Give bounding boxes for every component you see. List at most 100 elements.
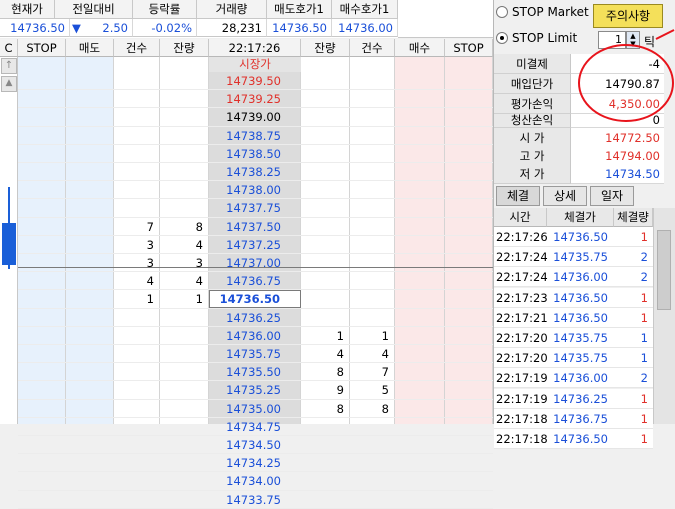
header-volume: 거래량 [197, 0, 267, 19]
price-cell[interactable]: 14735.75 [209, 345, 301, 363]
header-sell-stop: STOP [18, 39, 66, 57]
price-cell[interactable]: 14736.00 [209, 327, 301, 345]
header-buy: 매수 [395, 39, 445, 57]
price-cell[interactable]: 14737.75 [209, 199, 301, 217]
trade-qty: 2 [640, 250, 648, 265]
stop-limit-radio[interactable] [496, 32, 508, 44]
price-cell[interactable]: 14737.50 [209, 218, 301, 236]
header-bid-qty: 잔량 [301, 39, 350, 57]
trade-price: 14736.50 [553, 310, 608, 325]
ask-qty-cell: 1 [195, 292, 203, 307]
bid-count-cell: 7 [381, 365, 389, 380]
trades-scrollbar[interactable] [653, 208, 675, 424]
price-cell[interactable]: 14733.75 [209, 491, 301, 509]
bid-count-cell: 5 [381, 383, 389, 398]
change-rate-value: -0.02% [133, 19, 197, 37]
trade-qty: 1 [640, 310, 648, 325]
right-panel: STOP Market 주의사항 STOP Limit 1 ▲ ▼ 틱 미결제 -… [493, 0, 675, 449]
bid-count-cell: 8 [381, 401, 389, 416]
tab-detail[interactable]: 상세 [543, 186, 587, 206]
trade-price: 14736.00 [553, 270, 608, 285]
price-cell[interactable]: 14734.00 [209, 472, 301, 490]
header-current-price: 현재가 [0, 0, 55, 19]
trade-row[interactable]: 22:17:26 14736.50 1 [494, 227, 653, 247]
price-cell[interactable]: 14739.25 [209, 90, 301, 108]
price-cell[interactable]: 14736.50 [209, 290, 301, 309]
stop-limit-label[interactable]: STOP Limit [512, 31, 577, 45]
trade-price: 14736.50 [553, 230, 608, 244]
trade-row[interactable]: 22:17:24 14735.75 2 [494, 247, 653, 268]
caution-button[interactable]: 주의사항 [593, 4, 663, 28]
trade-row[interactable]: 22:17:23 14736.50 1 [494, 287, 653, 308]
trade-row[interactable]: 22:17:18 14736.50 1 [494, 429, 653, 449]
price-cell[interactable]: 14734.25 [209, 454, 301, 472]
trade-qty: 1 [640, 230, 648, 244]
header-trade-qty: 체결량 [614, 208, 653, 227]
low-label: 저 가 [494, 164, 571, 184]
sell-stop-column[interactable] [18, 57, 66, 424]
price-cell[interactable]: 14738.25 [209, 163, 301, 181]
price-cell[interactable]: 14738.75 [209, 127, 301, 145]
triangle-up-icon[interactable]: ▲ [1, 76, 17, 92]
trade-qty: 1 [640, 391, 648, 406]
trade-time: 22:17:20 [496, 331, 548, 345]
stop-market-label[interactable]: STOP Market [512, 5, 589, 19]
price-cell[interactable]: 14734.50 [209, 436, 301, 454]
price-cell[interactable]: 14738.00 [209, 181, 301, 199]
ask-count-cell: 3 [146, 256, 154, 270]
high-value: 14794.00 [571, 146, 664, 166]
market-price-label[interactable]: 시장가 [209, 57, 301, 72]
price-cell[interactable]: 14734.75 [209, 418, 301, 436]
trade-row[interactable]: 22:17:19 14736.00 2 [494, 368, 653, 389]
change-value: 2.50 [102, 21, 128, 35]
trade-row[interactable]: 22:17:19 14736.25 1 [494, 388, 653, 409]
price-cell[interactable]: 14736.25 [209, 309, 301, 327]
trade-price: 14736.75 [553, 411, 608, 426]
header-trade-time: 시간 [494, 208, 547, 227]
annotation-circle [578, 29, 675, 122]
unsettled-label: 미결제 [494, 54, 571, 74]
trade-qty: 1 [640, 432, 648, 446]
settle-pl-label: 청산손익 [494, 114, 571, 128]
header-change: 전일대비 [55, 0, 133, 19]
trade-time: 22:17:26 [496, 230, 548, 244]
bid-count-cell: 1 [381, 328, 389, 343]
stop-market-radio[interactable] [496, 6, 508, 18]
sell-order-column[interactable] [66, 57, 114, 424]
price-cell[interactable]: 14736.75 [209, 272, 301, 290]
price-cell[interactable]: 14735.25 [209, 381, 301, 399]
trade-row[interactable]: 22:17:21 14736.50 1 [494, 307, 653, 328]
trade-row[interactable]: 22:17:20 14735.75 1 [494, 348, 653, 369]
header-bid1: 매수호가1 [332, 0, 398, 19]
ask-qty-cell: 4 [195, 237, 203, 252]
price-cell[interactable]: 14735.00 [209, 400, 301, 418]
trade-time: 22:17:24 [496, 270, 548, 285]
bid-count-cell: 4 [381, 347, 389, 361]
down-arrow-icon: ▼ [72, 21, 81, 35]
trade-row[interactable]: 22:17:18 14736.75 1 [494, 408, 653, 429]
trade-time: 22:17:21 [496, 310, 548, 325]
collapse-button[interactable]: C [0, 39, 18, 57]
scroll-up-icon[interactable]: ↑ [1, 58, 17, 74]
trade-qty: 1 [640, 290, 648, 305]
ask-qty-cell: 8 [195, 219, 203, 234]
ask-qty-cell: 3 [195, 256, 203, 270]
ask-count-cell: 4 [146, 274, 154, 289]
price-cell[interactable]: 14737.00 [209, 254, 301, 272]
buy-stop-column[interactable] [445, 57, 493, 424]
price-cell[interactable]: 14738.50 [209, 145, 301, 163]
price-cell[interactable]: 14739.00 [209, 108, 301, 126]
ask1-value: 14736.50 [267, 19, 332, 37]
price-cell[interactable]: 14737.25 [209, 236, 301, 254]
tab-trades[interactable]: 체결 [496, 186, 540, 206]
trade-qty: 1 [640, 331, 648, 345]
price-cell[interactable]: 14739.50 [209, 72, 301, 90]
bid-qty-cell: 1 [336, 328, 344, 343]
header-buy-stop: STOP [445, 39, 493, 57]
trade-row[interactable]: 22:17:20 14735.75 1 [494, 328, 653, 348]
trade-row[interactable]: 22:17:24 14736.00 2 [494, 267, 653, 288]
tab-daily[interactable]: 일자 [590, 186, 634, 206]
trade-price: 14735.75 [553, 331, 608, 345]
buy-order-column[interactable] [395, 57, 445, 424]
price-cell[interactable]: 14735.50 [209, 363, 301, 381]
